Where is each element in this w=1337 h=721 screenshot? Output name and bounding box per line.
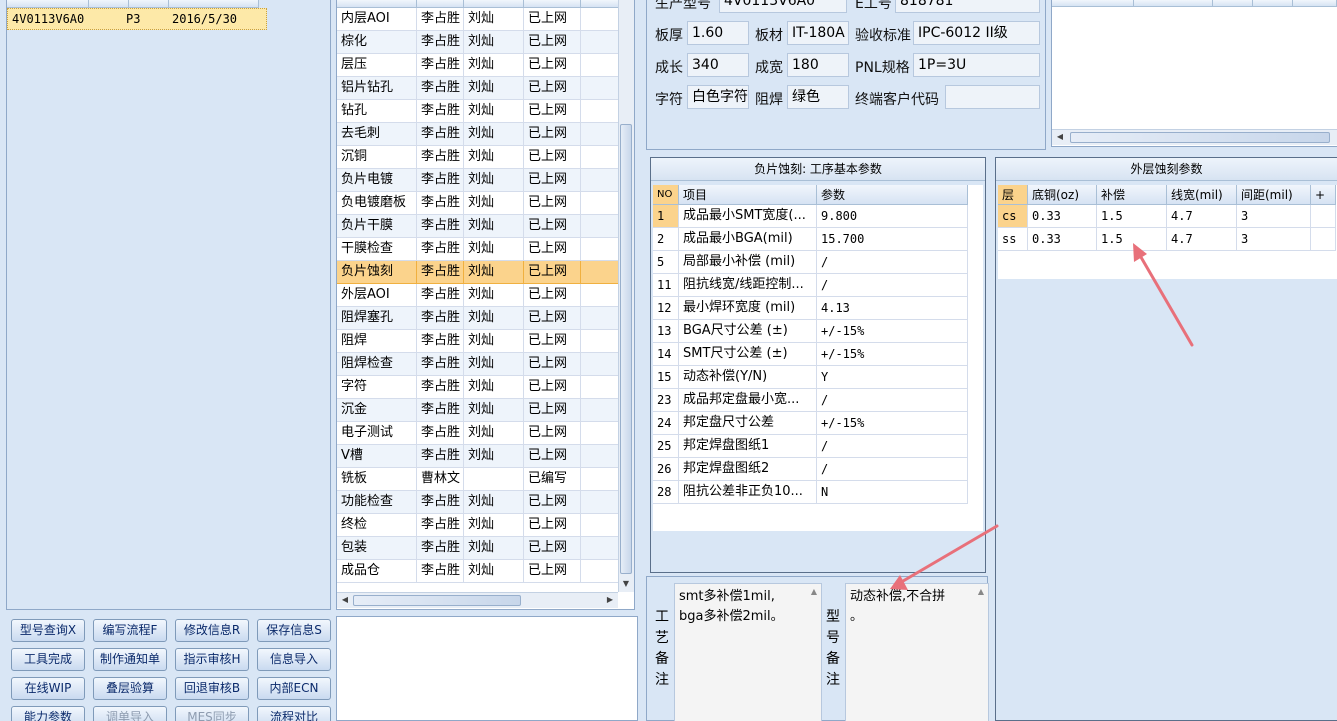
annotation-arrow-line bbox=[1136, 250, 1194, 347]
annotation-overlay bbox=[890, 243, 1194, 590]
annotation-arrowhead bbox=[1133, 243, 1147, 262]
annotation-arrowhead bbox=[890, 575, 908, 590]
annotation-arrow-line bbox=[896, 524, 999, 586]
